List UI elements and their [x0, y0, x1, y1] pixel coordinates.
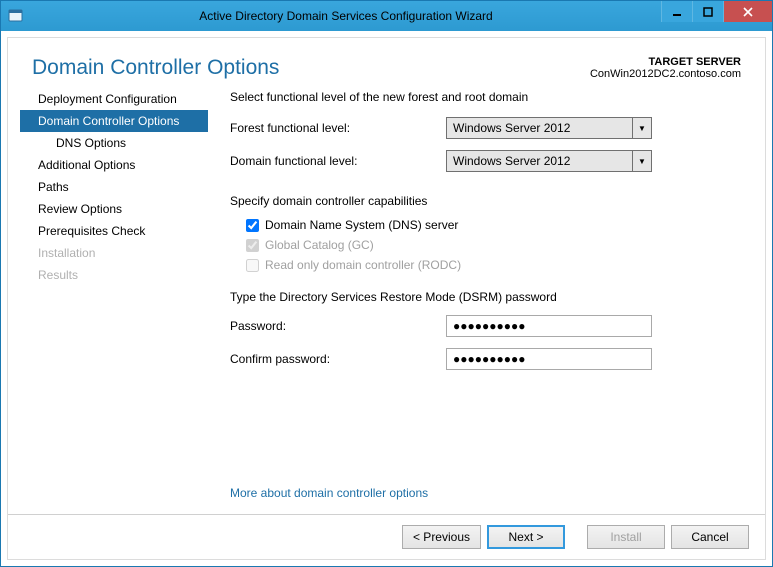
minimize-button[interactable]: [661, 1, 692, 22]
target-server-block: TARGET SERVER ConWin2012DC2.contoso.com: [590, 56, 741, 80]
previous-button[interactable]: < Previous: [402, 525, 481, 549]
sidebar-item-domain-controller-options[interactable]: Domain Controller Options: [20, 110, 208, 132]
help-link[interactable]: More about domain controller options: [230, 486, 737, 500]
sidebar-item-paths[interactable]: Paths: [32, 176, 208, 198]
app-icon: [1, 1, 31, 31]
forest-functional-label: Forest functional level:: [230, 121, 446, 135]
main-pane: Select functional level of the new fores…: [208, 88, 747, 514]
footer: < Previous Next > Install Cancel: [8, 514, 765, 559]
password-label: Password:: [230, 319, 446, 333]
chevron-down-icon[interactable]: ▼: [633, 117, 652, 139]
rodc-checkbox-label: Read only domain controller (RODC): [265, 258, 461, 272]
window-controls: [661, 1, 772, 22]
target-server-label: TARGET SERVER: [590, 56, 741, 68]
close-button[interactable]: [723, 1, 772, 22]
chevron-down-icon[interactable]: ▼: [633, 150, 652, 172]
cancel-button[interactable]: Cancel: [671, 525, 749, 549]
password-input[interactable]: [446, 315, 652, 337]
sidebar-item-prerequisites-check[interactable]: Prerequisites Check: [32, 220, 208, 242]
confirm-password-input[interactable]: [446, 348, 652, 370]
maximize-button[interactable]: [692, 1, 723, 22]
domain-functional-row: Domain functional level: Windows Server …: [230, 150, 737, 172]
sidebar-item-review-options[interactable]: Review Options: [32, 198, 208, 220]
forest-functional-row: Forest functional level: Windows Server …: [230, 117, 737, 139]
global-catalog-checkbox-row: Global Catalog (GC): [246, 238, 737, 252]
dns-server-checkbox[interactable]: [246, 219, 259, 232]
rodc-checkbox: [246, 259, 259, 272]
sidebar-item-results: Results: [32, 264, 208, 286]
target-server-value: ConWin2012DC2.contoso.com: [590, 68, 741, 80]
capabilities-lead: Specify domain controller capabilities: [230, 194, 737, 208]
dsrm-lead: Type the Directory Services Restore Mode…: [230, 290, 737, 304]
dns-server-checkbox-row: Domain Name System (DNS) server: [246, 218, 737, 232]
sidebar-item-deployment-configuration[interactable]: Deployment Configuration: [32, 88, 208, 110]
rodc-checkbox-row: Read only domain controller (RODC): [246, 258, 737, 272]
next-button[interactable]: Next >: [487, 525, 565, 549]
sidebar: Deployment Configuration Domain Controll…: [8, 88, 208, 514]
header-row: Domain Controller Options TARGET SERVER …: [8, 38, 765, 88]
gap: [571, 525, 581, 549]
global-catalog-checkbox-label: Global Catalog (GC): [265, 238, 374, 252]
confirm-password-label: Confirm password:: [230, 352, 446, 366]
domain-functional-label: Domain functional level:: [230, 154, 446, 168]
window-title: Active Directory Domain Services Configu…: [31, 9, 661, 23]
functional-level-lead: Select functional level of the new fores…: [230, 90, 737, 104]
sidebar-item-additional-options[interactable]: Additional Options: [32, 154, 208, 176]
sidebar-item-installation: Installation: [32, 242, 208, 264]
install-button: Install: [587, 525, 665, 549]
domain-functional-dropdown[interactable]: Windows Server 2012 ▼: [446, 150, 652, 172]
forest-functional-value: Windows Server 2012: [446, 117, 633, 139]
page-title: Domain Controller Options: [32, 56, 279, 80]
titlebar: Active Directory Domain Services Configu…: [1, 1, 772, 31]
spacer: [230, 378, 737, 486]
content-row: Deployment Configuration Domain Controll…: [8, 88, 765, 514]
domain-functional-value: Windows Server 2012: [446, 150, 633, 172]
password-row: Password:: [230, 315, 737, 337]
body-area: Domain Controller Options TARGET SERVER …: [7, 37, 766, 560]
dns-server-checkbox-label: Domain Name System (DNS) server: [265, 218, 458, 232]
wizard-window: Active Directory Domain Services Configu…: [0, 0, 773, 567]
global-catalog-checkbox: [246, 239, 259, 252]
sidebar-item-dns-options[interactable]: DNS Options: [32, 132, 208, 154]
forest-functional-dropdown[interactable]: Windows Server 2012 ▼: [446, 117, 652, 139]
confirm-password-row: Confirm password:: [230, 348, 737, 370]
